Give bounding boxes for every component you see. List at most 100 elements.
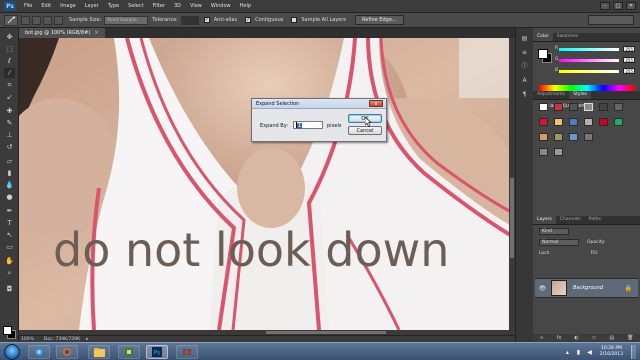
network-icon[interactable]: ▮ [575,349,582,356]
healing-brush-icon[interactable]: ✚ [4,106,15,116]
slider-g[interactable] [559,59,619,62]
foreground-color-swatch[interactable] [3,326,12,335]
maximize-button[interactable]: □ [613,2,623,10]
slider-g-value[interactable]: 255 [623,57,635,63]
dialog-close-button[interactable]: x [369,100,383,107]
show-desktop-button[interactable] [631,345,636,359]
tab-channels[interactable]: Channels [556,216,585,224]
document-canvas[interactable]: do not look down [19,38,515,330]
clone-stamp-icon[interactable]: ⊥ [4,130,15,140]
link-layers-icon[interactable]: ∞ [539,335,543,341]
style-ruby-icon[interactable] [599,118,608,126]
menu-edit[interactable]: Edit [41,3,51,9]
zoom-level[interactable]: 100% [21,337,34,342]
expand-by-input[interactable]: 1 [293,121,323,129]
taskbar-photoshop-icon[interactable]: Ps [146,345,168,359]
layer-visibility-eye-icon[interactable]: 👁 [538,284,547,293]
new-layer-icon[interactable]: ▤ [609,335,614,341]
intersect-selection-icon[interactable] [54,15,63,25]
menu-filter[interactable]: Filter [153,3,165,9]
tray-arrow-icon[interactable]: ▴ [564,349,571,356]
gradient-tool-icon[interactable]: ▮ [4,168,15,178]
antialias-checkbox[interactable]: ✓ [203,17,210,23]
info-panel-icon[interactable]: ⓘ [519,62,530,72]
vertical-scroll-thumb[interactable] [510,178,514,258]
adjustment-layer-icon[interactable]: ◐ [574,335,578,341]
menu-file[interactable]: File [24,3,32,9]
tab-styles[interactable]: Styles [569,91,591,99]
menu-select[interactable]: Select [128,3,143,9]
tab-adjustments[interactable]: Adjustments [533,91,569,99]
document-tab[interactable]: bot.jpg @ 100% (RGB/8#) × [19,28,105,38]
status-menu-arrow[interactable]: ▸ [86,337,88,342]
style-steel-icon[interactable] [614,103,623,111]
layer-kind-filter[interactable]: Kind [539,228,569,235]
menu-help[interactable]: Help [240,3,251,9]
style-green-icon[interactable] [614,118,623,126]
shape-tool-icon[interactable]: ▭ [4,242,15,252]
taskbar-clock[interactable]: 10:28 PM 2/16/2013 [600,346,623,358]
menu-image[interactable]: Image [60,3,76,9]
tolerance-input[interactable] [180,15,199,25]
layer-style-icon[interactable]: fx [557,335,562,341]
style-red-icon[interactable] [554,103,563,111]
tab-color[interactable]: Color [533,33,553,41]
character-panel-icon[interactable]: A [519,76,530,86]
zoom-tool-icon[interactable]: ⌕ [4,268,15,278]
move-tool-icon[interactable]: ✥ [4,32,15,42]
color-panel-fg-swatch[interactable] [538,49,548,59]
horizontal-scroll-thumb[interactable] [266,331,386,334]
sample-all-layers-checkbox[interactable] [291,17,298,23]
start-button[interactable] [4,344,20,360]
style-orange-icon[interactable] [539,133,548,141]
paragraph-panel-icon[interactable]: ¶ [519,90,530,100]
refine-edge-button[interactable]: Refine Edge... [355,15,404,25]
hand-tool-icon[interactable]: ✋ [4,256,15,266]
layer-row-background[interactable]: 👁 Background 🔒 [535,278,638,298]
style-stone-icon[interactable] [539,148,548,156]
slider-r-value[interactable]: 255 [623,46,635,52]
sample-size-select[interactable]: Point Sample [104,15,149,25]
style-gold-icon[interactable] [554,118,563,126]
subtract-selection-icon[interactable] [43,15,52,25]
style-dark-icon[interactable] [569,103,578,111]
marquee-tool-icon[interactable]: ⬚ [4,44,15,54]
add-to-selection-icon[interactable] [32,15,41,25]
magic-wand-tool-icon[interactable]: ⁄ [4,68,15,78]
style-blue-icon[interactable] [569,118,578,126]
taskbar-firefox-icon[interactable] [56,345,78,359]
crop-tool-icon[interactable]: ⌗ [4,80,15,90]
properties-panel-icon[interactable]: ≡ [519,48,530,58]
cancel-button[interactable]: Cancel [348,126,382,135]
quick-mask-icon[interactable]: ◘ [4,284,15,294]
workspace-switcher[interactable] [588,15,634,25]
menu-view[interactable]: View [190,3,202,9]
minimize-button[interactable]: – [600,2,610,10]
lasso-tool-icon[interactable]: ℓ [4,56,15,66]
volume-icon[interactable]: ◀ [586,349,593,356]
taskbar-ie-icon[interactable] [28,345,50,359]
history-brush-icon[interactable]: ↺ [4,142,15,152]
style-silver-icon[interactable] [584,118,593,126]
close-tab-icon[interactable]: × [94,30,98,36]
eyedropper-tool-icon[interactable]: ↙ [4,92,15,102]
style-gray-icon[interactable] [584,103,593,111]
history-panel-icon[interactable]: ▤ [519,34,530,44]
dodge-tool-icon[interactable]: ● [4,192,15,202]
path-selection-icon[interactable]: ↖ [4,230,15,240]
style-slate-icon[interactable] [584,133,593,141]
contiguous-checkbox[interactable]: ✓ [245,17,252,23]
style-none-icon[interactable] [539,103,548,111]
slider-b-value[interactable]: 255 [623,68,635,74]
eraser-tool-icon[interactable]: ▱ [4,156,15,166]
blur-tool-icon[interactable]: 💧 [4,180,15,190]
style-olive-icon[interactable] [554,133,563,141]
tab-swatches[interactable]: Swatches [553,33,583,41]
style-sky-icon[interactable] [569,133,578,141]
taskbar-recorder-icon[interactable] [176,345,198,359]
close-window-button[interactable]: ✕ [626,2,636,10]
tab-paths[interactable]: Paths [585,216,605,224]
taskbar-explorer-icon[interactable] [88,345,110,359]
slider-b[interactable] [559,70,619,73]
menu-type[interactable]: Type [108,3,119,9]
